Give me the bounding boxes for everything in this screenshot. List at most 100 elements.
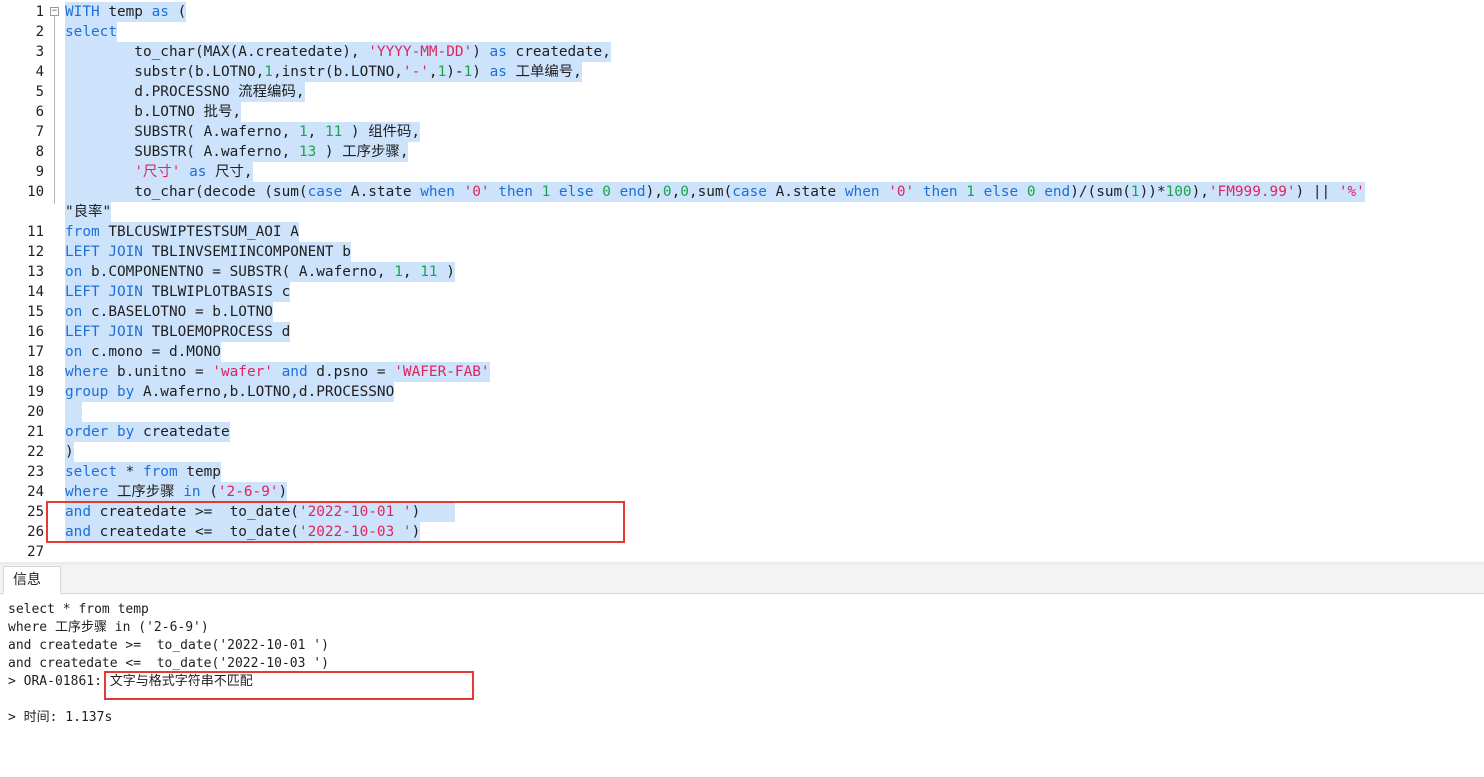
line-number: 26 (27, 524, 44, 540)
code-text[interactable]: "良率" (65, 202, 112, 222)
sql-keyword: select (65, 464, 117, 480)
sql-number: 1 (966, 184, 975, 200)
code-line[interactable]: 19 group by A.waferno,b.LOTNO,d.PROCESSNO (0, 382, 1484, 402)
sql-keyword: in (183, 484, 201, 500)
code-text[interactable]: to_char(decode (sum(case A.state when '0… (65, 182, 1365, 202)
tab-info[interactable]: 信息 (3, 566, 61, 594)
sql-keyword: order by (65, 424, 135, 440)
sql-text: TBLCUSWIPTESTSUM_AOI A (99, 224, 299, 240)
code-line[interactable]: 11 from TBLCUSWIPTESTSUM_AOI A (0, 222, 1484, 242)
sql-keyword: when (420, 184, 455, 200)
code-line[interactable]: 8 SUBSTR( A.waferno, 13 ) 工序步骤, (0, 142, 1484, 162)
output-line: > ORA-01861: 文字与格式字符串不匹配 (8, 674, 253, 689)
line-number: 21 (27, 424, 44, 440)
sql-keyword: as (151, 4, 169, 20)
sql-number: 1 (463, 64, 473, 80)
code-line[interactable]: 23 select * from temp (0, 462, 1484, 482)
code-text[interactable]: order by createdate (65, 422, 230, 442)
code-text[interactable]: from TBLCUSWIPTESTSUM_AOI A (65, 222, 299, 242)
line-number: 14 (27, 284, 44, 300)
code-text[interactable]: select * from temp (65, 462, 221, 482)
sql-keyword: on (65, 344, 83, 360)
sql-text: ) (472, 64, 490, 80)
sql-text: TBLWIPLOTBASIS c (142, 284, 291, 300)
code-line[interactable]: 9 '尺寸' as 尺寸, (0, 162, 1484, 182)
line-number: 25 (27, 504, 44, 520)
fold-toggle-icon[interactable]: − (50, 7, 59, 16)
code-line[interactable]: 21 order by createdate (0, 422, 1484, 442)
code-line[interactable]: 4 substr(b.LOTNO,1,instr(b.LOTNO,'-',1)-… (0, 62, 1484, 82)
code-text[interactable]: ) (65, 442, 74, 462)
sql-text: to_char(MAX(A.createdate), (65, 44, 369, 60)
code-text[interactable]: where 工序步骤 in ('2-6-9') (65, 482, 288, 502)
code-line[interactable]: 17 on c.mono = d.MONO (0, 342, 1484, 362)
code-text[interactable]: WITH temp as ( (65, 2, 187, 22)
code-line[interactable]: 5 d.PROCESSNO 流程编码, (0, 82, 1484, 102)
code-text[interactable]: and createdate >= to_date('2022-10-01 ') (65, 502, 455, 522)
sql-string: '0' (888, 184, 915, 200)
code-line[interactable]: 14 LEFT JOIN TBLWIPLOTBASIS c (0, 282, 1484, 302)
code-text[interactable]: on c.mono = d.MONO (65, 342, 221, 362)
sql-text: * (116, 464, 143, 480)
code-text[interactable]: LEFT JOIN TBLINVSEMIINCOMPONENT b (65, 242, 351, 262)
code-line[interactable]: 15 on c.BASELOTNO = b.LOTNO (0, 302, 1484, 322)
code-text[interactable]: LEFT JOIN TBLWIPLOTBASIS c (65, 282, 291, 302)
sql-text: , (307, 124, 325, 140)
sql-keyword: LEFT JOIN (65, 284, 143, 300)
sql-text: "良率" (65, 204, 112, 220)
code-text[interactable]: substr(b.LOTNO,1,instr(b.LOTNO,'-',1)-1)… (65, 62, 582, 82)
code-line[interactable]: 12 LEFT JOIN TBLINVSEMIINCOMPONENT b (0, 242, 1484, 262)
code-line[interactable]: 6 b.LOTNO 批号, (0, 102, 1484, 122)
code-text[interactable]: select (65, 22, 117, 42)
code-line[interactable]: 18 where b.unitno = 'wafer' and d.psno = … (0, 362, 1484, 382)
code-text[interactable]: SUBSTR( A.waferno, 13 ) 工序步骤, (65, 142, 409, 162)
sql-keyword: LEFT JOIN (65, 324, 143, 340)
sql-number: 0 (680, 184, 689, 200)
code-line[interactable]: 1− WITH temp as ( (0, 2, 1484, 22)
code-text[interactable]: group by A.waferno,b.LOTNO,d.PROCESSNO (65, 382, 395, 402)
sql-string: 'WAFER-FAB' (394, 364, 490, 380)
code-text[interactable]: to_char(MAX(A.createdate), 'YYYY-MM-DD')… (65, 42, 611, 62)
code-line[interactable]: 20 (0, 402, 1484, 422)
code-text[interactable]: where b.unitno = 'wafer' and d.psno = 'W… (65, 362, 490, 382)
line-number (0, 202, 44, 222)
code-text[interactable]: LEFT JOIN TBLOEMOPROCESS d (65, 322, 291, 342)
code-line[interactable]: 3 to_char(MAX(A.createdate), 'YYYY-MM-DD… (0, 42, 1484, 62)
code-text[interactable]: on c.BASELOTNO = b.LOTNO (65, 302, 273, 322)
code-line[interactable]: 24 where 工序步骤 in ('2-6-9') (0, 482, 1484, 502)
sql-text: A.waferno,b.LOTNO,d.PROCESSNO (134, 384, 395, 400)
code-text[interactable]: b.LOTNO 批号, (65, 102, 242, 122)
code-line[interactable]: 1 0 to_char(decode (sum(case A.state when… (0, 182, 1484, 202)
sql-string: '2022-10-03 ' (298, 524, 412, 540)
code-text[interactable] (65, 402, 83, 422)
sql-text: ) (411, 524, 421, 540)
sql-text: 尺寸, (206, 164, 253, 180)
code-line[interactable]: 2 select (0, 22, 1484, 42)
line-number: 7 (35, 124, 44, 140)
code-line[interactable]: 16 LEFT JOIN TBLOEMOPROCESS d (0, 322, 1484, 342)
sql-number: 1 (437, 64, 447, 80)
sql-text: ( (200, 484, 218, 500)
code-line[interactable]: 26 and createdate <= to_date('2022-10-03 … (0, 522, 1484, 542)
sql-number: 1 (1130, 184, 1140, 200)
code-text[interactable]: '尺寸' as 尺寸, (65, 162, 253, 182)
line-number: 12 (27, 244, 44, 260)
sql-text: d.PROCESSNO 流程编码, (65, 84, 305, 100)
sql-editor[interactable]: 1− WITH temp as (2 select 3 to_char(MAX(A.c… (0, 0, 1484, 562)
sql-string: 'FM999.99' (1208, 184, 1296, 200)
output-line: and createdate >= to_date('2022-10-01 ') (8, 638, 329, 653)
code-text[interactable]: SUBSTR( A.waferno, 1, 11 ) 组件码, (65, 122, 421, 142)
code-line[interactable]: 22) (0, 442, 1484, 462)
code-text[interactable]: d.PROCESSNO 流程编码, (65, 82, 305, 102)
code-line[interactable]: "良率" (0, 202, 1484, 222)
sql-keyword: group by (65, 384, 135, 400)
sql-text: c.mono = d.MONO (82, 344, 221, 360)
code-line[interactable]: 7 SUBSTR( A.waferno, 1, 11 ) 组件码, (0, 122, 1484, 142)
code-text[interactable]: and createdate <= to_date('2022-10-03 ') (65, 522, 421, 542)
code-line[interactable]: 27 (0, 542, 1484, 562)
code-text[interactable]: on b.COMPONENTNO = SUBSTR( A.waferno, 1,… (65, 262, 455, 282)
code-line[interactable]: 25 and createdate >= to_date('2022-10-01 … (0, 502, 1484, 522)
sql-keyword: as (489, 64, 507, 80)
code-line[interactable]: 13 on b.COMPONENTNO = SUBSTR( A.waferno, … (0, 262, 1484, 282)
